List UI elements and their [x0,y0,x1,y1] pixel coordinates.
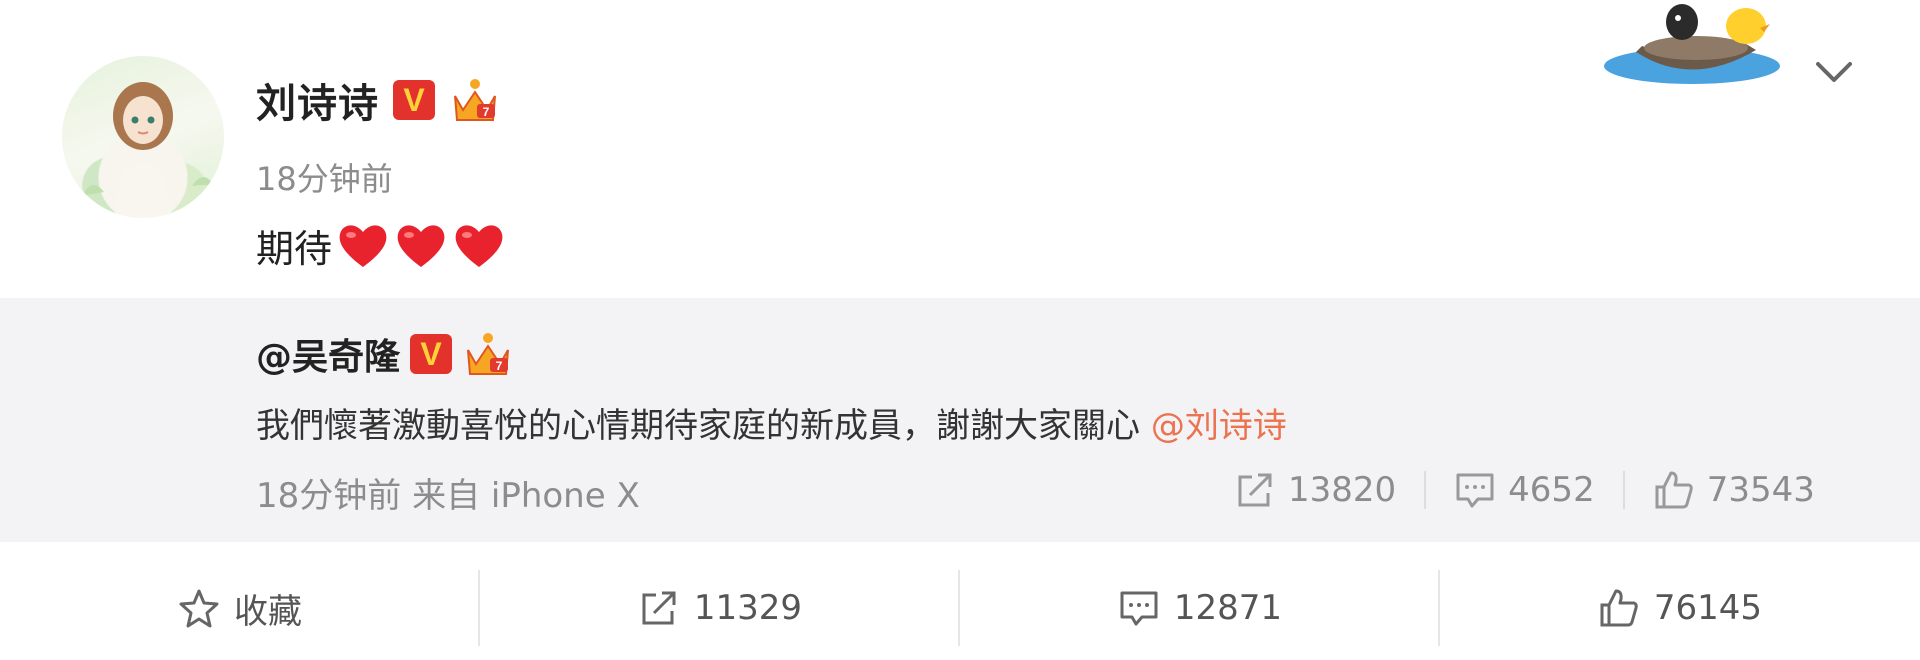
share-button[interactable]: 11329 [480,558,960,658]
author-name[interactable]: 刘诗诗 [256,71,379,129]
action-bar: 收藏 11329 12871 76145 [0,558,1920,658]
like-icon [1600,589,1638,627]
repost-mention-link[interactable]: @刘诗诗 [1151,406,1287,446]
repost-comment-button[interactable]: 4652 [1440,469,1609,511]
avatar[interactable] [62,56,224,218]
favorite-button[interactable]: 收藏 [0,558,480,658]
divider [1424,471,1427,509]
verified-badge-icon: V [410,334,453,374]
favorite-label: 收藏 [234,591,302,632]
repost-author-row: @吴奇隆 V 7 [256,330,514,378]
share-count: 11329 [693,588,803,628]
weibo-post-card: 刘诗诗 V 7 18分钟前 期待 @吴奇隆 V 7 我們懷著激動喜悅的心情期待家… [0,0,1920,660]
like-count: 76145 [1653,588,1763,628]
post-text: 期待 [256,227,333,271]
repost-actions: 13820 4652 73543 [1220,460,1829,520]
chevron-down-icon[interactable] [1814,58,1854,86]
boat-mascot-icon [1604,4,1780,84]
comment-icon [1120,591,1158,626]
crown-icon: 7 [454,79,496,121]
star-icon [179,589,219,628]
crown-icon: 7 [467,333,510,375]
comment-icon [1456,473,1494,508]
heart-icon [339,224,387,267]
comment-count: 12871 [1173,588,1283,628]
svg-text:7: 7 [483,105,490,119]
repost-like-count: 73543 [1706,470,1815,510]
repost-share-count: 13820 [1288,470,1397,510]
divider [1622,471,1625,509]
repost-author-name[interactable]: @吴奇隆 [256,328,400,380]
repost-meta: 18分钟前 来自 iPhone X [256,476,640,516]
repost-body: 我們懷著激動喜悅的心情期待家庭的新成員，謝謝大家關心 [256,406,1151,446]
like-button[interactable]: 76145 [1440,558,1920,658]
author-row: 刘诗诗 V 7 [256,71,501,129]
post-content: 期待 [256,218,506,273]
heart-icon [455,224,503,267]
heart-icon [397,224,445,267]
repost-text: 我們懷著激動喜悅的心情期待家庭的新成員，謝謝大家關心 @刘诗诗 [256,398,1287,447]
comment-button[interactable]: 12871 [960,558,1440,658]
svg-text:7: 7 [496,359,503,373]
repost-share-button[interactable]: 13820 [1220,469,1410,511]
share-icon [1238,473,1272,507]
like-icon [1655,471,1693,509]
repost-comment-count: 4652 [1508,470,1595,510]
share-icon [642,591,676,625]
verified-badge-icon: V [393,80,435,120]
repost-like-button[interactable]: 73543 [1639,469,1829,511]
post-time[interactable]: 18分钟前 [256,154,393,200]
